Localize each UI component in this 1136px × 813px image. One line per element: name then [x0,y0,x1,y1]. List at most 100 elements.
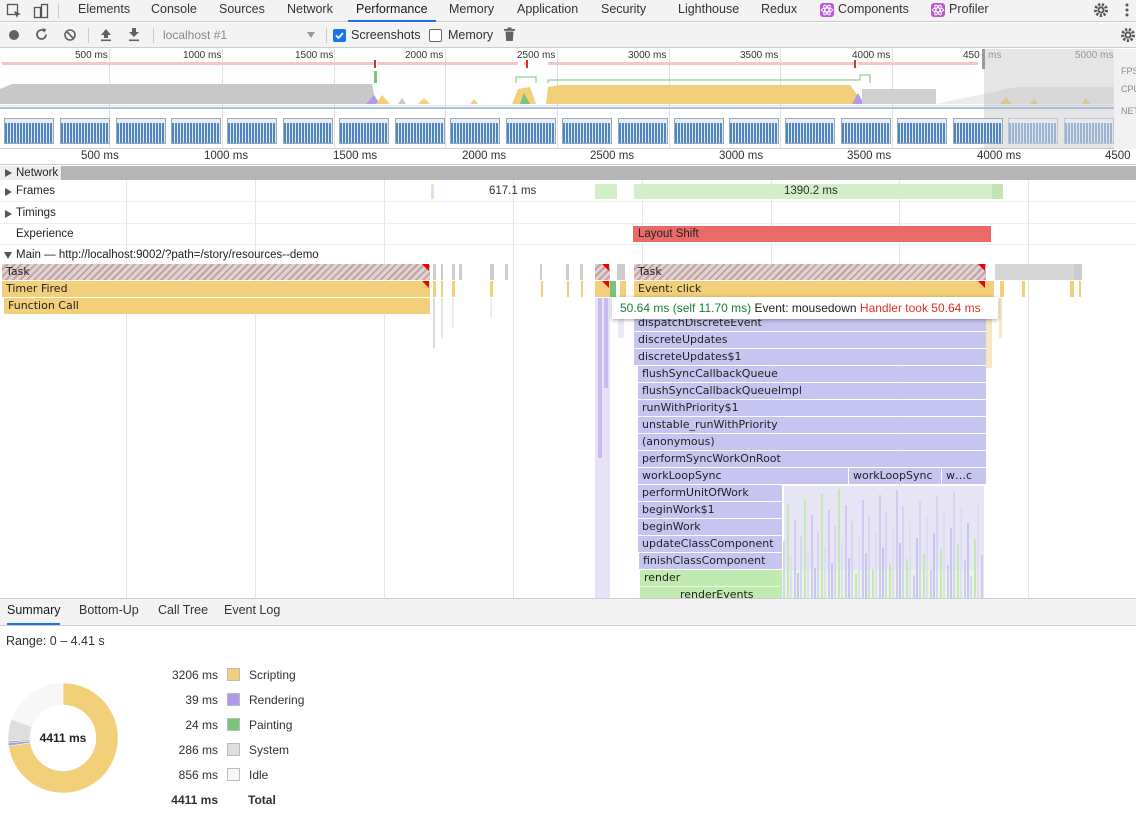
save-profile-icon[interactable] [127,27,141,42]
frames-track[interactable]: Frames 617.1 ms 1390.2 ms [0,181,1136,202]
expand-arrow-icon[interactable] [5,188,12,196]
load-profile-icon[interactable] [99,27,113,42]
flame-update-class-component[interactable]: updateClassComponent [638,536,782,552]
tab-elements[interactable]: Elements [78,0,130,22]
screenshot-thumbnail[interactable] [394,118,445,144]
tab-memory[interactable]: Memory [449,0,494,22]
screenshot-thumbnail[interactable] [59,118,110,144]
screenshot-thumbnail[interactable] [617,118,668,144]
flame-finish-class-component[interactable]: finishClassComponent [639,553,782,569]
clear-icon[interactable] [63,28,77,42]
flame-flush-sync-callback-queue[interactable]: flushSyncCallbackQueue [638,366,986,382]
flame-detail-stripe [854,574,857,598]
overview-selection-handle[interactable] [982,49,985,69]
flame-anonymous[interactable]: (anonymous) [638,434,986,450]
flame-chart-area[interactable]: Network Frames 617.1 ms 1390.2 ms Timing… [0,166,1136,598]
screenshot-thumbnail[interactable] [115,118,166,144]
flame-event-click[interactable]: Event: click [634,281,986,297]
more-options-icon[interactable] [1122,2,1132,18]
flame-run-with-priority[interactable]: runWithPriority$1 [638,400,986,416]
tab-performance[interactable]: Performance [348,0,436,22]
screenshot-thumbnail[interactable] [841,118,891,144]
timings-track[interactable]: Timings [0,203,1136,224]
main-track-header[interactable]: Main — http://localhost:9002/?path=/stor… [0,246,1136,264]
flame-perform-sync-work-on-root[interactable]: performSyncWorkOnRoot [638,451,986,467]
tab-call-tree[interactable]: Call Tree [158,603,208,617]
trash-icon[interactable] [503,27,516,42]
expand-arrow-icon[interactable] [5,210,12,218]
frame-duration[interactable]: 1390.2 ms [784,185,838,197]
tab-bottom-up[interactable]: Bottom-Up [79,603,139,617]
frame-duration[interactable]: 617.1 ms [489,185,536,197]
expand-arrow-icon[interactable] [5,169,12,177]
tab-application[interactable]: Application [517,0,578,22]
flame-begin-work-1[interactable]: beginWork$1 [638,502,782,518]
tab-lighthouse[interactable]: Lighthouse [678,0,739,22]
device-toolbar-icon[interactable] [33,3,49,19]
flame-begin-work[interactable]: beginWork [638,519,782,535]
collapse-arrow-icon[interactable] [4,252,12,259]
flame-render[interactable]: render [640,570,782,586]
flame-task[interactable]: Task [634,264,986,280]
flame-work-loop-sync[interactable]: workLoopSync [638,468,848,484]
flame-detail-stripe [861,500,864,598]
flame-flush-sync-callback-queue-impl[interactable]: flushSyncCallbackQueueImpl [638,383,986,399]
screenshot-thumbnail[interactable] [227,118,278,144]
flame-detail-stripe [868,516,871,598]
reload-record-icon[interactable] [34,27,49,42]
screenshot-thumbnail[interactable] [785,118,836,144]
screenshot-thumbnail[interactable] [506,118,557,144]
flame-timer-fired[interactable]: Timer Fired [2,281,430,297]
screenshot-thumbnail[interactable] [729,118,780,144]
screenshot-thumbnail[interactable] [171,118,222,144]
tab-redux[interactable]: Redux [761,0,797,22]
network-track[interactable]: Network [0,166,1136,180]
flame-render-events[interactable]: renderEvents [640,587,782,598]
tab-network[interactable]: Network [287,0,333,22]
layout-shift-event[interactable]: Layout Shift [633,226,991,242]
flame-function-call[interactable]: Function Call [4,298,430,314]
flame-discrete-updates-1[interactable]: discreteUpdates$1 [634,349,986,365]
flame-work-loop-sync[interactable]: w…c [942,468,986,484]
legend-value: 286 ms [178,743,218,757]
capture-settings-gear-icon[interactable] [1120,27,1136,43]
timeline-overview[interactable]: 500 ms 1000 ms 1500 ms 2000 ms 2500 ms 3… [0,49,1136,149]
screenshot-thumbnail[interactable] [952,118,1003,144]
flame-unstable-run-with-priority[interactable]: unstable_runWithPriority [638,417,986,433]
tab-sources[interactable]: Sources [219,0,265,22]
flame-detail-stripe [950,528,952,598]
recording-target-select[interactable]: localhost #1 [163,28,227,42]
screenshot-thumbnail[interactable] [450,118,501,144]
experience-track[interactable]: Experience Layout Shift [0,224,1136,245]
screenshot-thumbnail[interactable] [673,118,724,144]
screenshots-checkbox[interactable] [333,29,346,42]
tab-profiler[interactable]: Profiler [949,0,989,22]
thumbnail-header [507,119,556,123]
screenshot-thumbnail[interactable] [896,118,947,144]
screenshot-thumbnail[interactable] [4,118,54,144]
flame-work-loop-sync[interactable]: workLoopSync [849,468,941,484]
record-icon[interactable] [8,29,20,41]
flame-discrete-updates[interactable]: discreteUpdates [634,332,986,348]
tab-security[interactable]: Security [601,0,646,22]
dropdown-arrow-icon[interactable] [307,32,315,38]
screenshot-thumbnail[interactable] [562,118,612,144]
tab-console[interactable]: Console [151,0,197,22]
inspect-element-icon[interactable] [6,3,22,19]
tab-event-log[interactable]: Event Log [224,603,280,617]
legend-name: Scripting [249,668,296,682]
ruler-tick-label: 4500 [1105,150,1131,162]
frame-block[interactable] [992,184,1003,199]
flame-perform-unit-of-work[interactable]: performUnitOfWork [638,485,782,501]
frame-block[interactable] [595,184,617,199]
tab-components[interactable]: Components [838,0,909,22]
screenshot-thumbnail[interactable] [283,118,333,144]
screenshot-thumbnail[interactable] [1008,118,1059,144]
memory-checkbox[interactable] [429,29,442,42]
tab-summary[interactable]: Summary [7,603,61,625]
screenshot-thumbnail[interactable] [1064,118,1115,144]
settings-gear-icon[interactable] [1093,2,1109,18]
frame-block[interactable] [431,184,434,199]
flame-task[interactable]: Task [2,264,430,280]
screenshot-thumbnail[interactable] [338,118,389,144]
